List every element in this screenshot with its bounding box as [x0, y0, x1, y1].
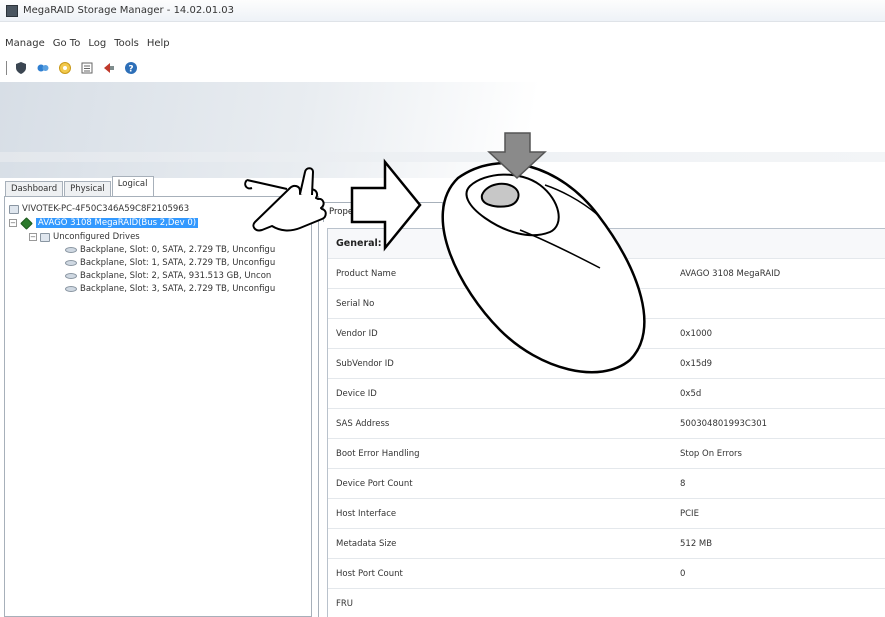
prop-name: Boot Error Handling	[336, 448, 420, 459]
tree-drive-label: Backplane, Slot: 3, SATA, 2.729 TB, Unco…	[80, 284, 276, 294]
table-row: Boot Error Handling Stop On Errors	[328, 439, 885, 469]
banner	[0, 82, 885, 178]
tree-drive[interactable]: Backplane, Slot: 2, SATA, 931.513 GB, Un…	[65, 270, 271, 282]
list-icon[interactable]	[79, 60, 95, 76]
section-title: General:	[336, 238, 382, 249]
prop-name: Host Interface	[336, 508, 397, 519]
tree-group[interactable]: − Unconfigured Drives	[29, 231, 140, 243]
collapse-icon[interactable]: −	[29, 233, 37, 241]
table-row: Host Port Count 0	[328, 559, 885, 589]
drive-group-icon	[40, 232, 50, 242]
prop-value: 0x15d9	[680, 358, 713, 369]
disk-icon	[65, 260, 77, 266]
title-bar: MegaRAID Storage Manager - 14.02.01.03	[0, 0, 885, 22]
settings-icon[interactable]	[57, 60, 73, 76]
menu-goto[interactable]: Go To	[53, 38, 81, 49]
svg-text:?: ?	[128, 65, 133, 75]
menu-help[interactable]: Help	[147, 38, 170, 49]
prop-name: Host Port Count	[336, 568, 403, 579]
help-icon[interactable]: ?	[123, 60, 139, 76]
prop-name: SAS Address	[336, 418, 390, 429]
refresh-icon[interactable]	[35, 60, 51, 76]
shield-icon[interactable]	[13, 60, 29, 76]
prop-value: 0x1000	[680, 328, 713, 339]
menu-bar: Manage Go To Log Tools Help	[0, 34, 885, 52]
prop-name: Product Name	[336, 268, 397, 279]
tree-drive[interactable]: Backplane, Slot: 1, SATA, 2.729 TB, Unco…	[65, 257, 275, 269]
tree-drive[interactable]: Backplane, Slot: 0, SATA, 2.729 TB, Unco…	[65, 244, 275, 256]
tree-group-label: Unconfigured Drives	[53, 232, 140, 242]
prop-name: Metadata Size	[336, 538, 397, 549]
menu-tools[interactable]: Tools	[114, 38, 139, 49]
prop-name: Device ID	[336, 388, 377, 399]
prop-value: 0	[680, 568, 686, 579]
collapse-icon[interactable]: −	[9, 219, 17, 227]
table-row: Host Interface PCIE	[328, 499, 885, 529]
disk-icon	[65, 273, 77, 279]
tree-drive[interactable]: Backplane, Slot: 3, SATA, 2.729 TB, Unco…	[65, 283, 275, 295]
menu-manage[interactable]: Manage	[5, 38, 45, 49]
prop-name: Vendor ID	[336, 328, 378, 339]
toolbar-separator	[6, 61, 7, 75]
controller-icon	[20, 216, 33, 230]
prop-name: Serial No	[336, 298, 375, 309]
prop-value: 8	[680, 478, 686, 489]
tab-logical[interactable]: Logical	[111, 176, 154, 196]
prop-value: 0x5d	[680, 388, 702, 399]
prop-name: Device Port Count	[336, 478, 413, 489]
view-tabs: Dashboard Physical Logical	[5, 176, 155, 196]
disk-icon	[65, 286, 77, 292]
prop-value: 512 MB	[680, 538, 713, 549]
properties-table: General: Product Name AVAGO 3108 MegaRAI…	[327, 228, 885, 617]
table-row: SAS Address 500304801993C301	[328, 409, 885, 439]
table-row: FRU	[328, 589, 885, 617]
table-row: Product Name AVAGO 3108 MegaRAID	[328, 259, 885, 289]
tab-dashboard[interactable]: Dashboard	[5, 181, 64, 196]
disk-icon	[65, 247, 77, 253]
tree-controller[interactable]: − AVAGO 3108 MegaRAID(Bus 2,Dev 0)	[9, 216, 199, 230]
prop-name: SubVendor ID	[336, 358, 394, 369]
table-row: Device ID 0x5d	[328, 379, 885, 409]
tree-drive-label: Backplane, Slot: 0, SATA, 2.729 TB, Unco…	[80, 245, 276, 255]
menu-log[interactable]: Log	[88, 38, 106, 49]
prop-value: AVAGO 3108 MegaRAID	[680, 268, 781, 279]
tree-drive-label: Backplane, Slot: 2, SATA, 931.513 GB, Un…	[80, 271, 272, 281]
app-icon	[6, 4, 18, 17]
properties-pane: Prope General: Product Name AVAGO 3108 M…	[318, 196, 885, 617]
tree-controller-label: AVAGO 3108 MegaRAID(Bus 2,Dev 0)	[36, 218, 199, 228]
prop-value: 500304801993C301	[680, 418, 768, 429]
table-row: Vendor ID 0x1000	[328, 319, 885, 349]
flag-icon[interactable]	[101, 60, 117, 76]
prop-value: PCIE	[680, 508, 699, 519]
section-header: General:	[328, 229, 885, 259]
window-title: MegaRAID Storage Manager - 14.02.01.03	[23, 5, 235, 16]
prop-name: FRU	[336, 598, 354, 609]
tree-root-label: VIVOTEK-PC-4F50C346A59C8F2105963	[22, 204, 190, 214]
computer-icon	[9, 204, 19, 214]
tree-pane: VIVOTEK-PC-4F50C346A59C8F2105963 − AVAGO…	[4, 196, 312, 617]
table-row: SubVendor ID 0x15d9	[328, 349, 885, 379]
tree-root[interactable]: VIVOTEK-PC-4F50C346A59C8F2105963	[9, 203, 189, 215]
tab-properties[interactable]: Prope	[323, 202, 443, 222]
table-row: Metadata Size 512 MB	[328, 529, 885, 559]
toolbar: ?	[0, 56, 885, 80]
prop-value: Stop On Errors	[680, 448, 742, 459]
tree-drive-label: Backplane, Slot: 1, SATA, 2.729 TB, Unco…	[80, 258, 276, 268]
banner-band	[0, 152, 885, 162]
table-row: Serial No	[328, 289, 885, 319]
tab-physical[interactable]: Physical	[64, 181, 111, 196]
table-row: Device Port Count 8	[328, 469, 885, 499]
